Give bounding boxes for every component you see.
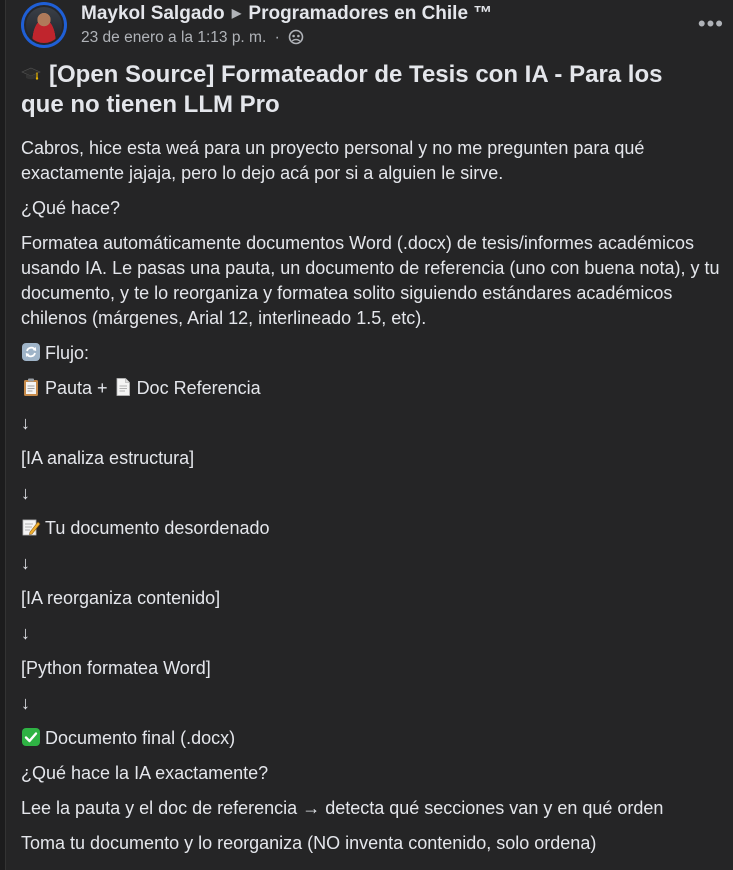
paragraph-lee: Lee la pauta y el doc de referencia → de… bbox=[21, 798, 664, 818]
page-document-icon bbox=[116, 378, 130, 396]
clipboard-icon bbox=[24, 378, 38, 396]
post-card: Maykol Salgado ▶ Programadores en Chile … bbox=[5, 0, 733, 870]
post-meta: 23 de enero a la 1:13 p. m. · bbox=[81, 29, 304, 47]
meta-separator: · bbox=[274, 29, 280, 46]
flow-step-python: [Python formatea Word] bbox=[21, 658, 211, 678]
flow-step-ia-analiza: [IA analiza estructura] bbox=[21, 448, 195, 468]
paragraph-que-hace: ¿Qué hace? bbox=[21, 198, 121, 218]
flow-step-inputs: Pauta + Doc Referencia bbox=[21, 376, 733, 401]
flow-label: Flujo: bbox=[45, 343, 90, 363]
flow-arrow: ↓ bbox=[21, 623, 30, 643]
post-timestamp[interactable]: 23 de enero a la 1:13 p. m. bbox=[81, 29, 266, 46]
flow-doc-ref-label: Doc Referencia bbox=[136, 378, 261, 398]
more-options-icon[interactable]: ••• bbox=[698, 11, 724, 37]
flow-step-tu-documento: Tu documento desordenado bbox=[21, 516, 733, 541]
post-header: Maykol Salgado ▶ Programadores en Chile … bbox=[21, 2, 724, 52]
group-privacy-icon[interactable] bbox=[288, 29, 304, 45]
author-line: Maykol Salgado ▶ Programadores en Chile … bbox=[81, 3, 492, 25]
paragraph-intro: Cabros, hice esta weá para un proyecto p… bbox=[21, 138, 645, 183]
flow-step-final: Documento final (.docx) bbox=[21, 726, 733, 751]
flow-step-ia-reorganiza: [IA reorganiza contenido] bbox=[21, 588, 221, 608]
paragraph-que-hace-ia: ¿Qué hace la IA exactamente? bbox=[21, 763, 269, 783]
avatar-image bbox=[24, 5, 64, 45]
paragraph-description: Formatea automáticamente documentos Word… bbox=[21, 233, 720, 328]
chevron-right-icon: ▶ bbox=[231, 6, 242, 20]
cycle-arrows-icon bbox=[22, 343, 40, 361]
author-avatar[interactable] bbox=[21, 2, 67, 48]
green-check-icon bbox=[22, 728, 40, 746]
group-name[interactable]: Programadores en Chile ™ bbox=[248, 3, 492, 24]
post-body: Cabros, hice esta weá para un proyecto p… bbox=[21, 136, 733, 866]
author-name[interactable]: Maykol Salgado bbox=[81, 3, 225, 24]
flow-arrow: ↓ bbox=[21, 483, 30, 503]
flow-tu-documento-label: Tu documento desordenado bbox=[45, 518, 270, 538]
flow-pauta-label: Pauta + bbox=[45, 378, 113, 398]
graduation-cap-icon bbox=[21, 67, 41, 80]
flow-arrow: ↓ bbox=[21, 553, 30, 573]
flow-arrow: ↓ bbox=[21, 693, 30, 713]
flow-arrow: ↓ bbox=[21, 413, 30, 433]
flow-heading: Flujo: bbox=[21, 341, 733, 366]
flow-final-label: Documento final (.docx) bbox=[45, 728, 236, 748]
post-title: [Open Source] Formateador de Tesis con I… bbox=[21, 60, 711, 120]
paragraph-toma: Toma tu documento y lo reorganiza (NO in… bbox=[21, 833, 597, 853]
post-title-text: [Open Source] Formateador de Tesis con I… bbox=[21, 61, 663, 118]
memo-pencil-icon bbox=[22, 519, 41, 536]
